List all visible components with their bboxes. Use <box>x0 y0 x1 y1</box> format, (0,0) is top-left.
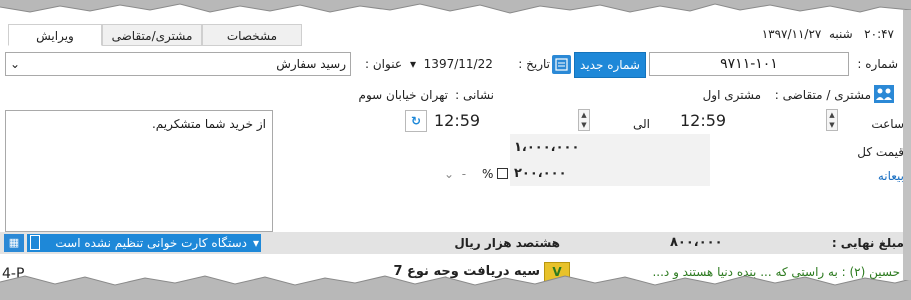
header-date: ۱۳۹۷/۱۱/۲۷ <box>761 27 822 41</box>
tab-edit[interactable]: ویرایش <box>8 24 102 46</box>
header-datetime: ۲۰:۴۷ شنبه ۱۳۹۷/۱۱/۲۷ <box>734 24 894 44</box>
date-field[interactable]: ▾ 1397/11/22 <box>410 54 500 74</box>
address-label: نشانی : <box>455 88 494 102</box>
torn-edge-top <box>0 0 911 14</box>
time-from-field[interactable]: 12:59 <box>680 110 820 132</box>
date-value: 1397/11/22 <box>423 57 493 71</box>
deposit-value[interactable]: ۲۰۰،۰۰۰ <box>514 164 604 184</box>
title-select[interactable]: رسید سفارش ⌄ <box>5 52 351 76</box>
deposit-link[interactable]: بیعانه <box>840 166 904 186</box>
to-label: الی <box>633 117 650 131</box>
tab-details[interactable]: مشخصات <box>202 24 302 46</box>
price-value: ۱،۰۰۰،۰۰۰ <box>514 140 580 155</box>
chevron-down-icon: ⌄ <box>444 167 455 181</box>
time-to-spinner[interactable]: ▲ ▼ <box>578 109 590 131</box>
customer-group-icon[interactable] <box>874 85 894 103</box>
tab-customer[interactable]: مشتری/متقاضی <box>102 24 202 46</box>
time-from-spinner[interactable]: ▲ ▼ <box>826 109 838 131</box>
header-clock: ۲۰:۴۷ <box>864 27 894 41</box>
customer-value: مشتری اول <box>702 88 761 102</box>
percent-select[interactable]: ⌄ - <box>444 164 480 184</box>
final-amount-label: مبلغ نهایی : <box>831 236 904 250</box>
chevron-down-icon: ▾ <box>252 236 259 250</box>
right-edge-shadow <box>903 10 911 280</box>
header-weekday: شنبه <box>828 27 853 41</box>
new-number-button[interactable]: شماره جدید <box>574 52 646 78</box>
time-label: ساعت <box>871 117 904 131</box>
title-label: عنوان : <box>365 57 402 71</box>
calculator-icon[interactable] <box>552 55 571 74</box>
card-reader-status[interactable]: دستگاه کارت خوانی تنظیم نشده است ▾ <box>27 234 261 252</box>
price-label: قیمت کل <box>857 145 904 159</box>
number-field[interactable]: ۹۷۱۱-۱۰۱ <box>649 52 849 76</box>
card-reader-icon <box>30 235 40 250</box>
grid-icon[interactable]: ▦ <box>4 234 24 252</box>
final-amount-words: هشتصد هزار ریال <box>454 236 560 250</box>
time-to-field[interactable]: 12:59 <box>434 110 574 132</box>
customer-label: مشتری / متقاضی : <box>774 88 871 102</box>
notes-textarea[interactable]: از خرید شما متشکریم. <box>5 110 273 232</box>
address-value: تهران خیابان سوم <box>358 88 448 102</box>
chevron-down-icon[interactable]: ▾ <box>410 57 416 71</box>
percent-symbol: % <box>482 167 494 181</box>
date-label: تاریخ : <box>518 57 550 71</box>
percent-checkbox[interactable] <box>497 168 508 179</box>
refresh-icon[interactable]: ↻ <box>405 110 427 132</box>
final-amount-value: ۸۰۰،۰۰۰ <box>670 235 723 250</box>
chevron-down-icon: ⌄ <box>10 57 21 71</box>
torn-edge-bottom <box>0 275 911 300</box>
number-label: شماره : <box>857 57 898 71</box>
card-reader-text: دستگاه کارت خوانی تنظیم نشده است <box>55 236 247 250</box>
title-value: رسید سفارش <box>276 57 346 71</box>
percent-option: - <box>461 167 467 181</box>
